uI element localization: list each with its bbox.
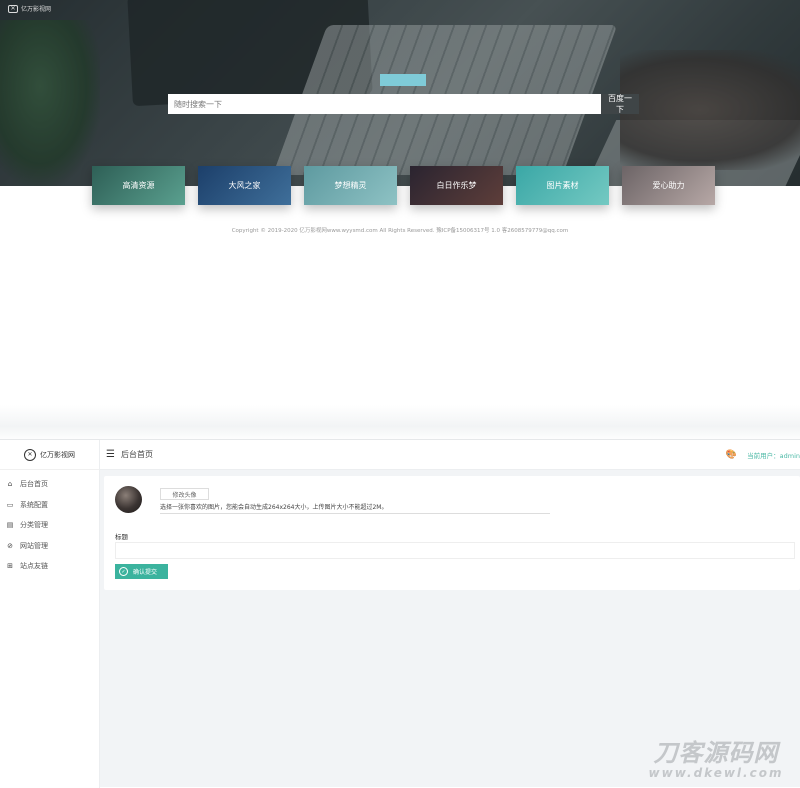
site-logo-text: 亿万影视网 — [21, 6, 52, 13]
category-card-label: 大风之家 — [228, 181, 261, 190]
watermark-url: www.dkewl.com — [648, 766, 784, 780]
search-button[interactable]: 百度一下 — [601, 94, 639, 114]
hero-banner: ✕ 亿万影视网 百度一下 — [0, 0, 800, 186]
check-circle-icon: ✓ — [119, 567, 128, 576]
home-icon: ⌂ — [7, 480, 13, 489]
search-input[interactable] — [168, 94, 601, 114]
section-divider — [0, 405, 800, 441]
page-title: 后台首页 — [120, 450, 153, 459]
admin-panel: ✕ 亿万影视网 ⌂ 后台首页 ▭ 系统配置 ▤ 分类管理 ⊘ 网站管理 ⊞ 站点… — [0, 439, 800, 788]
site-logo[interactable]: ✕ 亿万影视网 — [8, 4, 51, 13]
category-card-label: 图片素材 — [546, 181, 579, 190]
title-field[interactable] — [115, 542, 795, 559]
category-card-label: 梦想精灵 — [334, 181, 367, 190]
topbar-right: 🎨 当前用户：admin — [726, 440, 800, 470]
watermark: 刀客源码网 www.dkewl.com — [640, 740, 792, 780]
change-avatar-button[interactable]: 修改头像 — [160, 488, 209, 500]
avatar — [115, 486, 142, 513]
admin-logo-text: 亿万影视网 — [40, 450, 75, 459]
category-card-label: 高清资源 — [122, 181, 155, 190]
category-card-label: 爱心助力 — [652, 181, 685, 190]
hero-overlay — [0, 0, 800, 186]
logo-icon: ✕ — [8, 4, 18, 13]
footer-copyright: Copyright © 2019-2020 亿万影视网www.wyysmd.co… — [231, 228, 569, 234]
monitor-icon: ▭ — [6, 500, 14, 509]
sidebar-item-dashboard[interactable]: ⌂ 后台首页 — [0, 474, 99, 495]
category-cards: 高清资源 大风之家 梦想精灵 白日作乐梦 图片素材 爱心助力 — [92, 166, 716, 205]
menu-toggle-icon[interactable]: ☰ — [106, 449, 115, 460]
sidebar-item-label: 分类管理 — [20, 521, 48, 530]
list-icon: ▤ — [6, 521, 14, 530]
sidebar-item-category-manage[interactable]: ▤ 分类管理 — [0, 515, 99, 536]
sidebar-item-site-manage[interactable]: ⊘ 网站管理 — [0, 536, 99, 557]
sidebar-item-label: 后台首页 — [20, 480, 48, 489]
profile-form-panel: 修改头像 选择一张你喜欢的图片，您能会自动生成264x264大小，上传图片大小不… — [104, 476, 800, 590]
current-user[interactable]: 当前用户：admin — [747, 450, 800, 460]
sidebar-item-system-config[interactable]: ▭ 系统配置 — [0, 495, 99, 516]
category-card[interactable]: 梦想精灵 — [304, 166, 397, 205]
category-card[interactable]: 高清资源 — [92, 166, 185, 205]
sidebar-item-label: 系统配置 — [20, 500, 48, 509]
category-card[interactable]: 白日作乐梦 — [410, 166, 503, 205]
palette-icon[interactable]: 🎨 — [726, 450, 737, 460]
submit-button[interactable]: ✓ 确认提交 — [115, 564, 168, 579]
title-field-label: 标题 — [115, 533, 128, 541]
search-engine-tab[interactable] — [380, 74, 426, 86]
admin-topbar: ☰ 后台首页 🎨 当前用户：admin — [100, 440, 800, 470]
admin-logo[interactable]: ✕ 亿万影视网 — [0, 440, 99, 470]
grid-icon: ⊞ — [7, 562, 13, 571]
category-card[interactable]: 爱心助力 — [622, 166, 715, 205]
watermark-title: 刀客源码网 — [653, 739, 779, 767]
submit-button-label: 确认提交 — [133, 570, 158, 576]
sidebar-item-friend-links[interactable]: ⊞ 站点友链 — [0, 556, 99, 577]
admin-sidebar: ✕ 亿万影视网 ⌂ 后台首页 ▭ 系统配置 ▤ 分类管理 ⊘ 网站管理 ⊞ 站点… — [0, 440, 100, 788]
sidebar-item-label: 站点友链 — [20, 562, 48, 571]
category-card[interactable]: 图片素材 — [516, 166, 609, 205]
sidebar-item-label: 网站管理 — [20, 541, 48, 550]
category-card-label: 白日作乐梦 — [436, 181, 477, 190]
category-card[interactable]: 大风之家 — [198, 166, 291, 205]
logo-icon: ✕ — [24, 448, 36, 461]
compass-icon: ⊘ — [7, 541, 13, 550]
avatar-help-text: 选择一张你喜欢的图片，您能会自动生成264x264大小，上传图片大小不能超过2M… — [160, 502, 550, 514]
